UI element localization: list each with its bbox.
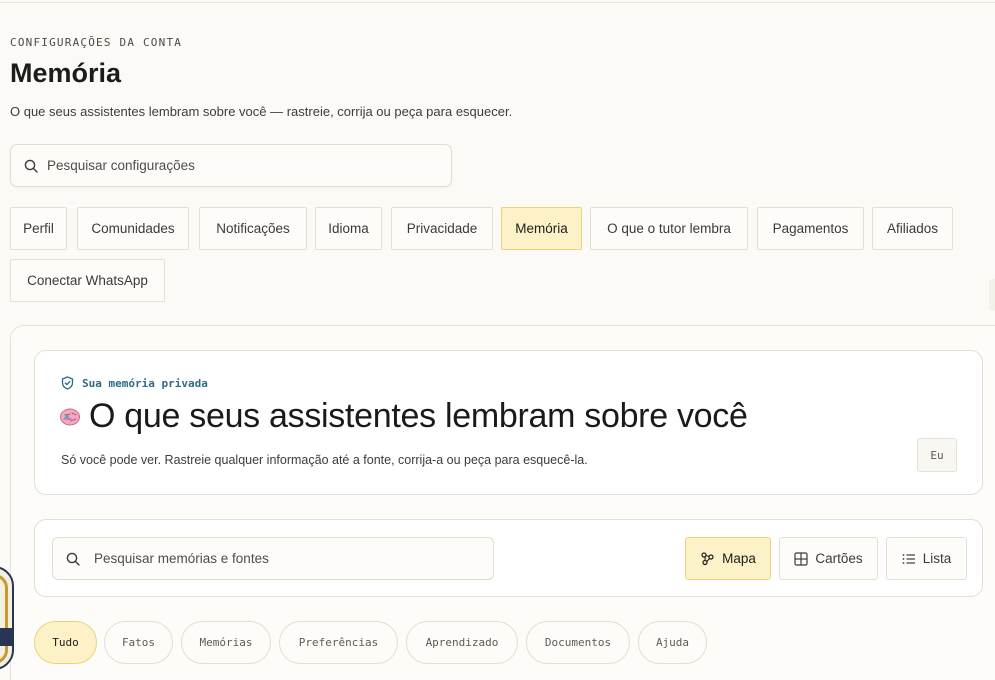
grid-icon	[794, 551, 808, 566]
view-list-button[interactable]: Lista	[886, 537, 967, 580]
page-subtitle: O que seus assistentes lembram sobre voc…	[10, 104, 513, 119]
filter-chip-memorias[interactable]: Memórias	[181, 621, 271, 664]
view-cards-label: Cartões	[815, 551, 863, 566]
filter-chip-tudo[interactable]: Tudo	[34, 621, 97, 664]
badge-seal-image	[0, 566, 14, 670]
graph-nodes-icon	[700, 551, 715, 566]
shield-check-icon	[61, 376, 74, 390]
seal-ring	[0, 574, 8, 664]
memory-toolbar: Pesquisar memórias e fontes Mapa Cartões…	[34, 519, 983, 597]
top-border	[0, 0, 995, 3]
private-memory-badge: Sua memória privada	[61, 376, 208, 390]
filter-chip-ajuda[interactable]: Ajuda	[638, 621, 707, 664]
filter-chip-documentos[interactable]: Documentos	[526, 621, 630, 664]
filter-chip-fatos[interactable]: Fatos	[104, 621, 173, 664]
tab-privacidade[interactable]: Privacidade	[391, 207, 493, 250]
tab-memoria[interactable]: Memória	[501, 207, 582, 250]
tab-afiliados[interactable]: Afiliados	[872, 207, 953, 250]
tab-idioma[interactable]: Idioma	[315, 207, 382, 250]
private-memory-label: Sua memória privada	[82, 376, 208, 390]
tab-tutor[interactable]: O que o tutor lembra	[590, 207, 748, 250]
brain-icon	[59, 407, 81, 427]
filter-chip-preferencias[interactable]: Preferências	[279, 621, 398, 664]
settings-search-input[interactable]: Pesquisar configurações	[10, 144, 452, 187]
seal-band	[0, 628, 12, 646]
memory-search-input[interactable]: Pesquisar memórias e fontes	[52, 537, 494, 580]
me-button[interactable]: Eu	[917, 438, 957, 472]
memory-hero-card: Sua memória privada O que seus assistent…	[34, 350, 983, 495]
search-icon	[24, 159, 38, 173]
page-title: Memória	[10, 58, 122, 88]
tab-comunidades[interactable]: Comunidades	[77, 207, 189, 250]
tab-perfil[interactable]: Perfil	[10, 207, 67, 250]
search-icon	[66, 552, 80, 566]
section-eyebrow: CONFIGURAÇÕES DA CONTA	[10, 36, 183, 49]
filter-chip-aprendizado[interactable]: Aprendizado	[406, 621, 518, 664]
hero-description: Só você pode ver. Rastreie qualquer info…	[61, 453, 588, 467]
view-cards-button[interactable]: Cartões	[779, 537, 878, 580]
list-icon	[902, 553, 916, 565]
view-map-button[interactable]: Mapa	[685, 537, 771, 580]
hero-title-text: O que seus assistentes lembram sobre voc…	[89, 397, 748, 435]
memory-search-placeholder: Pesquisar memórias e fontes	[94, 551, 269, 566]
tab-conectar-whatsapp[interactable]: Conectar WhatsApp	[10, 259, 165, 302]
tab-notificacoes[interactable]: Notificações	[199, 207, 307, 250]
view-map-label: Mapa	[722, 551, 756, 566]
tab-pagamentos[interactable]: Pagamentos	[757, 207, 864, 250]
view-list-label: Lista	[922, 551, 952, 566]
hero-title: O que seus assistentes lembram sobre voc…	[59, 397, 748, 436]
settings-search-placeholder: Pesquisar configurações	[47, 158, 195, 173]
side-scroll-handle[interactable]	[989, 279, 995, 311]
